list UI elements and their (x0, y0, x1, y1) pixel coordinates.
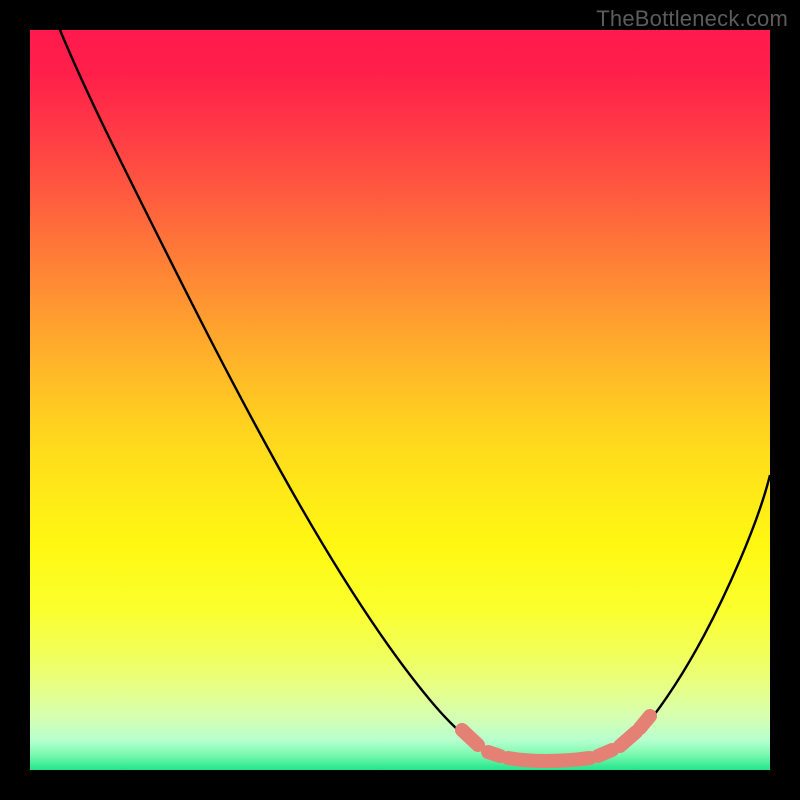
sweet-spot-band (462, 716, 650, 761)
plot-area (30, 30, 770, 770)
bottleneck-curve (60, 30, 770, 761)
chart-frame: TheBottleneck.com (0, 0, 800, 800)
watermark-text: TheBottleneck.com (596, 6, 788, 32)
curve-layer (30, 30, 770, 770)
